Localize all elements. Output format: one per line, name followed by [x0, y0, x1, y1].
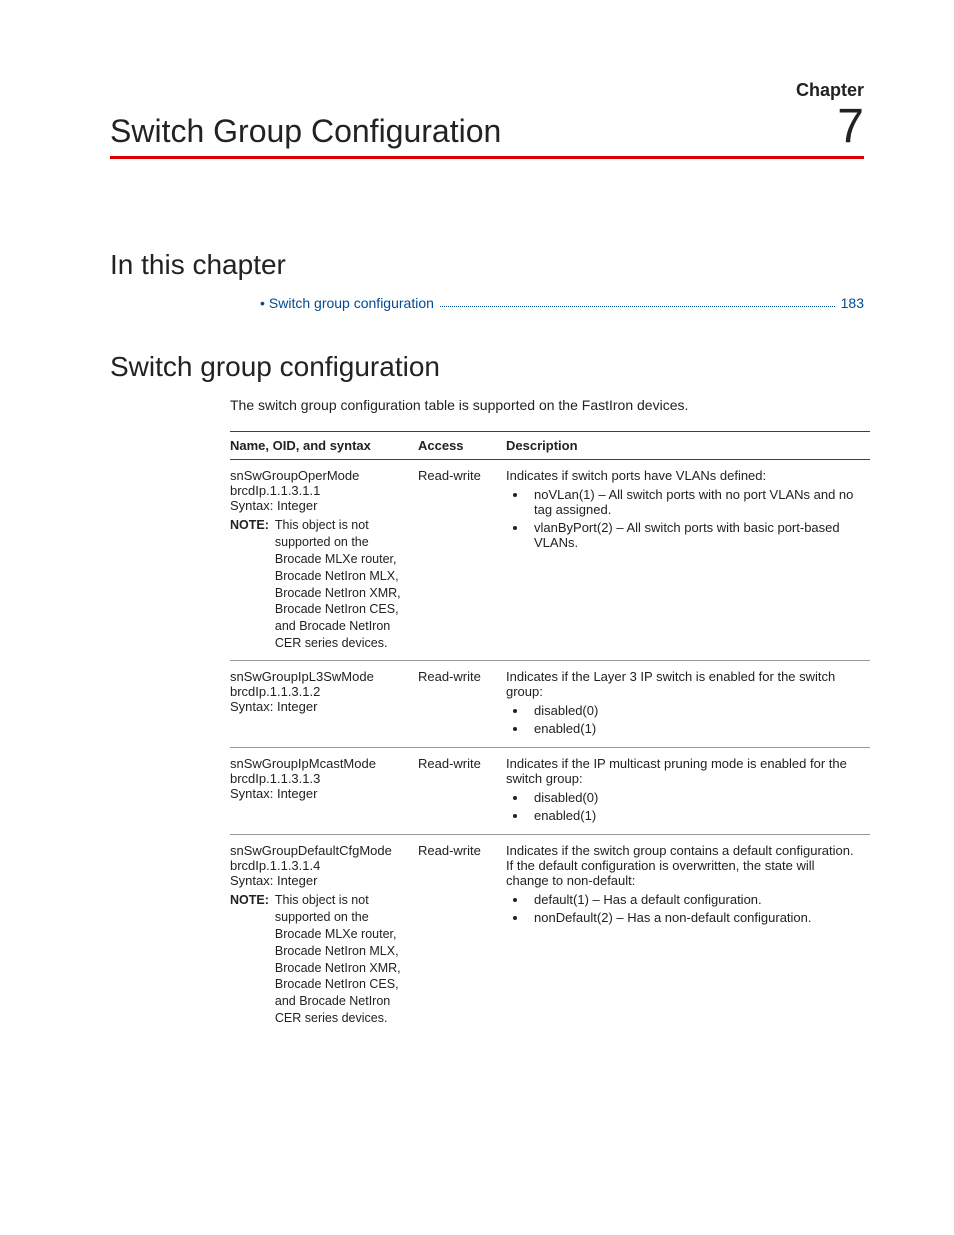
bullet-item: nonDefault(2) – Has a non-default config… — [528, 910, 860, 925]
section-heading-in-this-chapter: In this chapter — [110, 249, 864, 281]
col-header-access: Access — [418, 432, 506, 460]
cell-access: Read-write — [418, 748, 506, 835]
chapter-number: 7 — [837, 105, 864, 148]
cell-description: Indicates if the IP multicast pruning mo… — [506, 748, 870, 835]
oid-table: Name, OID, and syntax Access Description… — [230, 431, 870, 1035]
cell-access: Read-write — [418, 661, 506, 748]
bullet-icon: • — [260, 295, 265, 311]
section-heading-switch-group-config: Switch group configuration — [110, 351, 864, 383]
chapter-label: Chapter — [110, 80, 864, 101]
cell-name: snSwGroupIpL3SwModebrcdIp.1.1.3.1.2Synta… — [230, 661, 418, 748]
bullet-item: enabled(1) — [528, 721, 860, 736]
cell-name: snSwGroupIpMcastModebrcdIp.1.1.3.1.3Synt… — [230, 748, 418, 835]
oid-syntax: Syntax: Integer — [230, 873, 408, 888]
oid-name: snSwGroupIpL3SwMode — [230, 669, 408, 684]
toc-link[interactable]: Switch group configuration — [269, 295, 434, 311]
description-text: Indicates if switch ports have VLANs def… — [506, 468, 860, 483]
oid-value: brcdIp.1.1.3.1.2 — [230, 684, 408, 699]
oid-syntax: Syntax: Integer — [230, 699, 408, 714]
table-row: snSwGroupIpL3SwModebrcdIp.1.1.3.1.2Synta… — [230, 661, 870, 748]
note-text: This object is not supported on the Broc… — [275, 892, 408, 1027]
description-bullets: disabled(0) enabled(1) — [506, 790, 860, 823]
cell-access: Read-write — [418, 835, 506, 1036]
description-text: Indicates if the switch group contains a… — [506, 843, 860, 888]
note-label: NOTE: — [230, 892, 269, 1027]
bullet-item: disabled(0) — [528, 790, 860, 805]
toc-page-number[interactable]: 183 — [841, 295, 864, 311]
oid-value: brcdIp.1.1.3.1.4 — [230, 858, 408, 873]
cell-description: Indicates if the switch group contains a… — [506, 835, 870, 1036]
cell-description: Indicates if switch ports have VLANs def… — [506, 460, 870, 661]
cell-name: snSwGroupOperModebrcdIp.1.1.3.1.1Syntax:… — [230, 460, 418, 661]
description-bullets: default(1) – Has a default configuration… — [506, 892, 860, 925]
cell-description: Indicates if the Layer 3 IP switch is en… — [506, 661, 870, 748]
intro-paragraph: The switch group configuration table is … — [230, 397, 864, 413]
col-header-name: Name, OID, and syntax — [230, 432, 418, 460]
description-bullets: noVLan(1) – All switch ports with no por… — [506, 487, 860, 550]
oid-value: brcdIp.1.1.3.1.3 — [230, 771, 408, 786]
table-row: snSwGroupDefaultCfgModebrcdIp.1.1.3.1.4S… — [230, 835, 870, 1036]
toc-row: • Switch group configuration 183 — [260, 295, 864, 311]
oid-name: snSwGroupDefaultCfgMode — [230, 843, 408, 858]
page: Chapter Switch Group Configuration 7 In … — [0, 0, 954, 1235]
title-row: Switch Group Configuration 7 — [110, 105, 864, 159]
oid-name: snSwGroupOperMode — [230, 468, 408, 483]
col-header-description: Description — [506, 432, 870, 460]
bullet-item: noVLan(1) – All switch ports with no por… — [528, 487, 860, 517]
cell-access: Read-write — [418, 460, 506, 661]
chapter-title: Switch Group Configuration — [110, 113, 501, 150]
oid-name: snSwGroupIpMcastMode — [230, 756, 408, 771]
bullet-item: enabled(1) — [528, 808, 860, 823]
note-label: NOTE: — [230, 517, 269, 652]
oid-syntax: Syntax: Integer — [230, 498, 408, 513]
description-text: Indicates if the Layer 3 IP switch is en… — [506, 669, 860, 699]
table-row: snSwGroupIpMcastModebrcdIp.1.1.3.1.3Synt… — [230, 748, 870, 835]
bullet-item: vlanByPort(2) – All switch ports with ba… — [528, 520, 860, 550]
description-text: Indicates if the IP multicast pruning mo… — [506, 756, 860, 786]
note-text: This object is not supported on the Broc… — [275, 517, 408, 652]
toc-list: • Switch group configuration 183 — [260, 295, 864, 311]
bullet-item: default(1) – Has a default configuration… — [528, 892, 860, 907]
bullet-item: disabled(0) — [528, 703, 860, 718]
note: NOTE:This object is not supported on the… — [230, 892, 408, 1027]
toc-leader-dots — [440, 295, 835, 307]
table-header-row: Name, OID, and syntax Access Description — [230, 432, 870, 460]
oid-syntax: Syntax: Integer — [230, 786, 408, 801]
description-bullets: disabled(0) enabled(1) — [506, 703, 860, 736]
oid-value: brcdIp.1.1.3.1.1 — [230, 483, 408, 498]
note: NOTE:This object is not supported on the… — [230, 517, 408, 652]
cell-name: snSwGroupDefaultCfgModebrcdIp.1.1.3.1.4S… — [230, 835, 418, 1036]
table-row: snSwGroupOperModebrcdIp.1.1.3.1.1Syntax:… — [230, 460, 870, 661]
